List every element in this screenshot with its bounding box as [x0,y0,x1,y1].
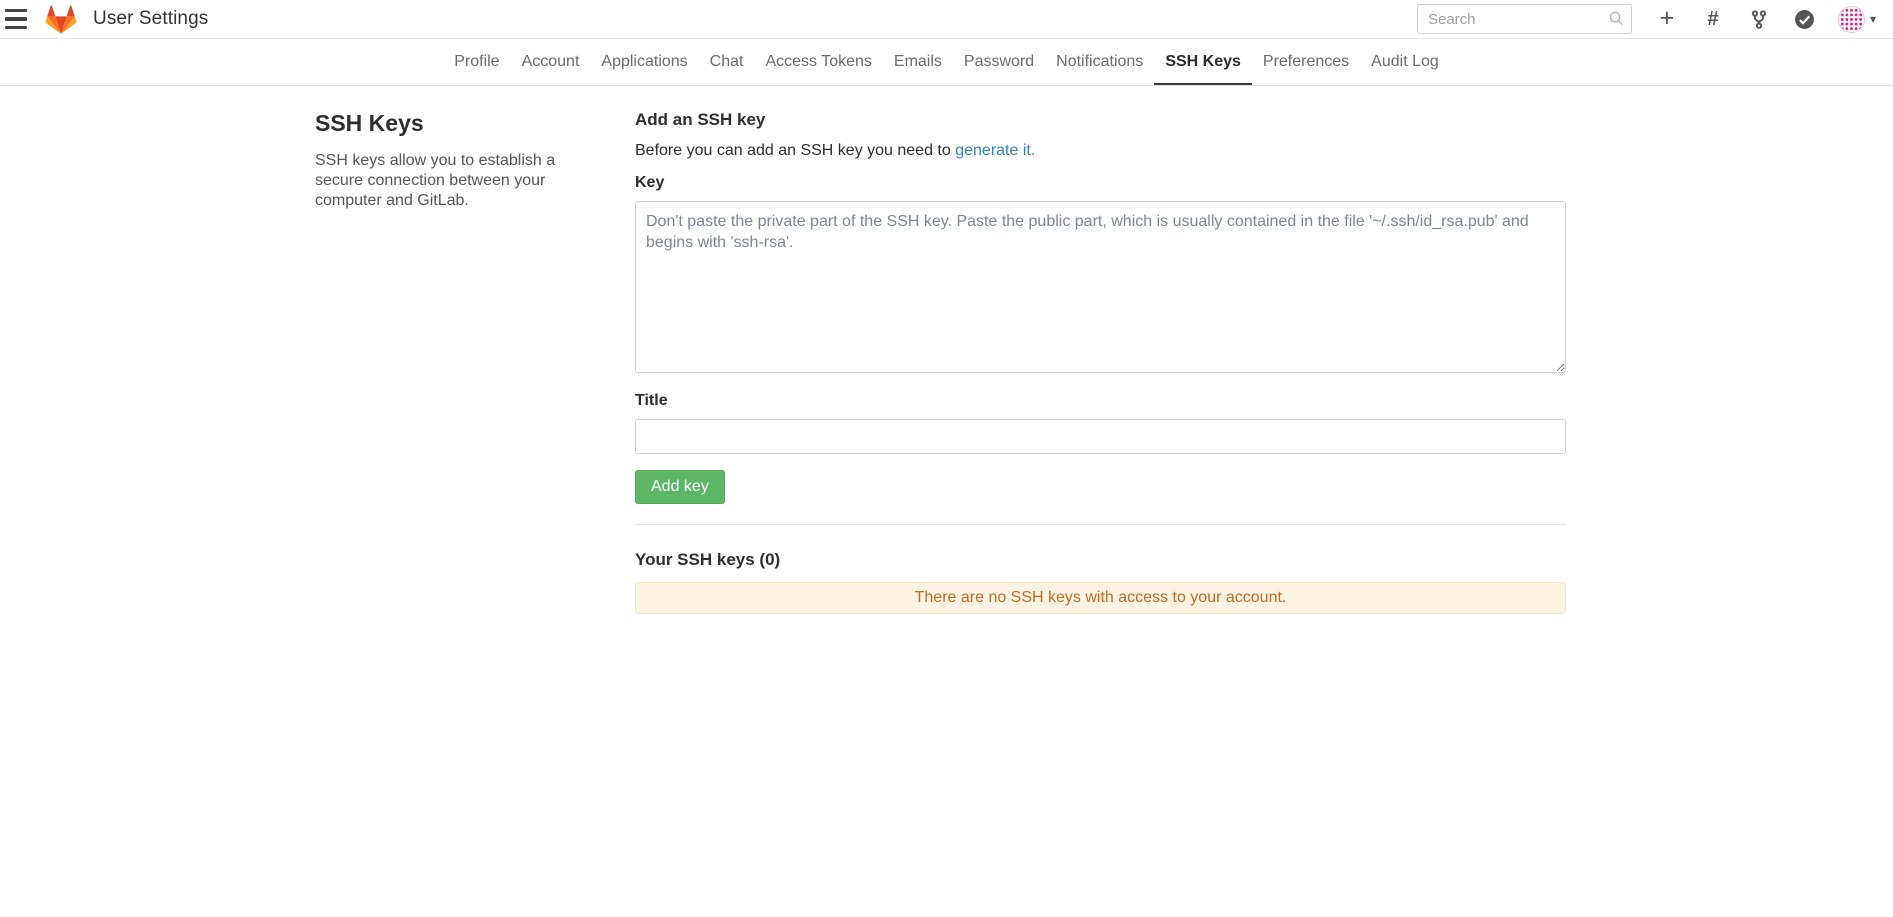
title-label: Title [635,392,1566,410]
gitlab-user-settings-page: User Settings + # [0,0,1893,614]
section-title: SSH Keys [315,110,571,137]
ssh-key-textarea[interactable] [635,201,1566,373]
tab-preferences[interactable]: Preferences [1252,39,1360,85]
ssh-keys-content: SSH Keys SSH keys allow you to establish… [315,110,1566,614]
page-title: User Settings [93,8,208,30]
key-label: Key [635,174,1566,192]
issues-hash-icon[interactable]: # [1702,7,1724,31]
menu-icon[interactable] [5,9,31,29]
section-divider [635,524,1566,525]
navbar-icons: + # ▾ [1656,6,1876,33]
chevron-down-icon: ▾ [1870,12,1876,26]
gitlab-logo-icon[interactable] [44,2,80,36]
generate-key-hint: Before you can add an SSH key you need t… [635,142,1566,160]
tab-emails[interactable]: Emails [883,39,953,85]
tab-chat[interactable]: Chat [699,39,755,85]
tab-applications[interactable]: Applications [590,39,698,85]
section-description-column: SSH Keys SSH keys allow you to establish… [315,110,571,614]
todos-check-icon[interactable] [1794,7,1816,31]
top-navbar: User Settings + # [0,0,1893,39]
new-project-plus-icon[interactable]: + [1656,7,1678,31]
section-description: SSH keys allow you to establish a secure… [315,151,571,211]
your-ssh-keys-heading: Your SSH keys (0) [635,550,1566,570]
tab-audit-log[interactable]: Audit Log [1360,39,1450,85]
add-ssh-key-heading: Add an SSH key [635,110,1566,130]
tab-access-tokens[interactable]: Access Tokens [754,39,882,85]
search-input[interactable] [1417,4,1632,34]
tab-account[interactable]: Account [511,39,591,85]
search-box [1417,4,1632,34]
tab-notifications[interactable]: Notifications [1045,39,1154,85]
merge-requests-icon[interactable] [1748,7,1770,31]
tab-password[interactable]: Password [953,39,1045,85]
tab-profile[interactable]: Profile [443,39,510,85]
tab-ssh-keys[interactable]: SSH Keys [1154,39,1252,85]
generate-it-link[interactable]: generate it. [955,142,1035,159]
add-key-button[interactable]: Add key [635,470,725,504]
user-menu[interactable]: ▾ [1838,6,1876,33]
ssh-key-form-column: Add an SSH key Before you can add an SSH… [635,110,1566,614]
settings-tabs: Profile Account Applications Chat Access… [0,39,1893,86]
avatar[interactable] [1838,6,1865,33]
search-icon [1609,11,1624,26]
generate-key-hint-text: Before you can add an SSH key you need t… [635,142,955,159]
ssh-title-input[interactable] [635,419,1566,454]
empty-keys-notice: There are no SSH keys with access to you… [635,582,1566,614]
